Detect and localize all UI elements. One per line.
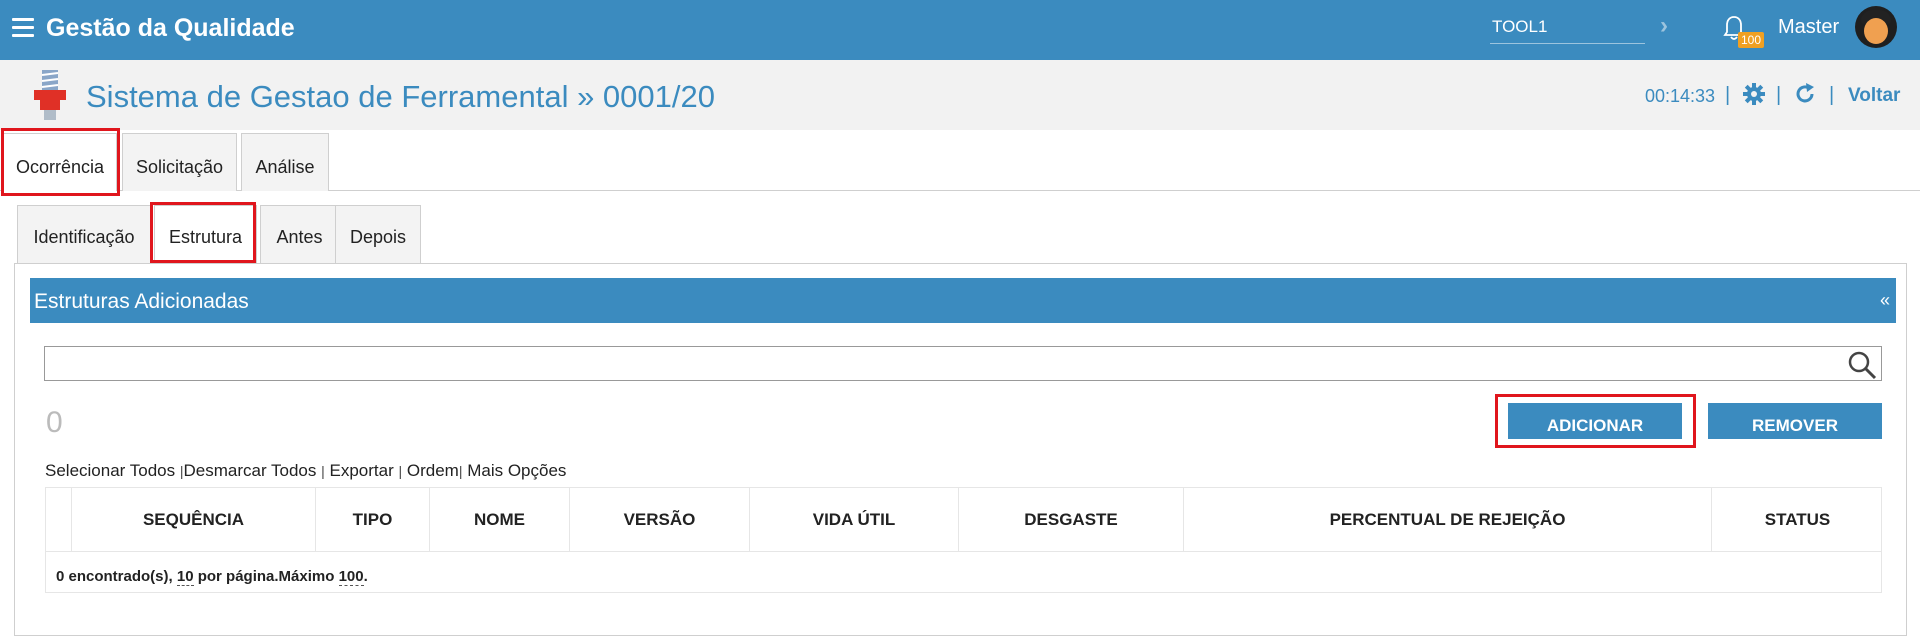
per-page-value[interactable]: 10 (176, 568, 194, 586)
back-link[interactable]: Voltar (1848, 85, 1900, 107)
structures-table: SEQUÊNCIA TIPO NOME VERSÃO VIDA ÚTIL DES… (45, 487, 1882, 593)
menu-icon[interactable] (12, 18, 34, 38)
separator: | (398, 463, 403, 479)
grid-toolbar: Selecionar Todos | Desmarcar Todos | Expo… (45, 461, 566, 481)
top-bar: Gestão da Qualidade › 100 Master (0, 0, 1920, 60)
tab-solicitacao[interactable]: Solicitação (122, 133, 237, 191)
user-name[interactable]: Master (1778, 16, 1839, 39)
tab-analise[interactable]: Análise (241, 133, 329, 191)
column-header[interactable]: STATUS (1711, 488, 1883, 552)
gear-icon[interactable] (1742, 82, 1766, 106)
column-header[interactable]: VERSÃO (569, 488, 749, 552)
avatar[interactable] (1855, 6, 1897, 48)
separator: | (1725, 84, 1731, 106)
separator: | (321, 463, 325, 479)
order-link[interactable]: Ordem (407, 461, 459, 480)
chevron-right-icon[interactable]: › (1660, 12, 1668, 40)
table-header: SEQUÊNCIA TIPO NOME VERSÃO VIDA ÚTIL DES… (46, 488, 1881, 552)
column-header[interactable]: DESGASTE (958, 488, 1183, 552)
select-all-link[interactable]: Selecionar Todos (45, 461, 175, 480)
panel-title: Estruturas Adicionadas (34, 290, 249, 313)
deselect-all-link[interactable]: Desmarcar Todos (183, 461, 316, 480)
max-value[interactable]: 100 (338, 568, 364, 586)
remove-button[interactable]: REMOVER (1708, 403, 1882, 439)
column-header[interactable]: PERCENTUAL DE REJEIÇÃO (1183, 488, 1711, 552)
primary-tabs: Ocorrência Solicitação Análise (0, 130, 1920, 191)
export-link[interactable]: Exportar (330, 461, 394, 480)
select-column-header[interactable] (46, 488, 71, 552)
found-text: 0 encontrado(s), (56, 568, 173, 585)
separator: | (1829, 84, 1835, 106)
tool-logo-icon (34, 70, 66, 120)
column-header[interactable]: TIPO (315, 488, 429, 552)
highlight-box (150, 202, 256, 263)
page-header: Sistema de Gestao de Ferramental » 0001/… (0, 60, 1920, 130)
tab-depois[interactable]: Depois (335, 205, 421, 264)
tab-antes[interactable]: Antes (260, 205, 339, 264)
refresh-icon[interactable] (1793, 82, 1817, 106)
per-page-text: por página.Máximo (197, 568, 335, 585)
column-header[interactable]: SEQUÊNCIA (71, 488, 315, 552)
page-title: Sistema de Gestao de Ferramental » 0001/… (86, 79, 715, 114)
tool-search-input[interactable] (1490, 10, 1645, 44)
app-title: Gestão da Qualidade (46, 14, 295, 42)
tab-identificacao[interactable]: Identificação (17, 205, 151, 264)
record-count: 0 (46, 406, 63, 439)
column-header[interactable]: NOME (429, 488, 569, 552)
more-options-link[interactable]: Mais Opções (467, 461, 566, 480)
secondary-tabs: Identificação Estrutura Antes Depois (14, 205, 1907, 264)
collapse-icon[interactable]: « (1880, 290, 1890, 311)
search-icon[interactable] (1847, 350, 1877, 380)
separator: | (1776, 84, 1782, 106)
panel-header: Estruturas Adicionadas « (30, 278, 1896, 323)
notification-badge: 100 (1738, 32, 1765, 48)
session-timer: 00:14:33 (1645, 86, 1716, 106)
footer-end: . (363, 568, 368, 585)
highlight-box (1495, 394, 1696, 448)
separator: | (458, 463, 463, 479)
highlight-box (1, 128, 120, 196)
pagination-info: 0 encontrado(s), 10 por página.Máximo 10… (56, 568, 368, 586)
column-header[interactable]: VIDA ÚTIL (749, 488, 958, 552)
search-input[interactable] (44, 346, 1882, 381)
